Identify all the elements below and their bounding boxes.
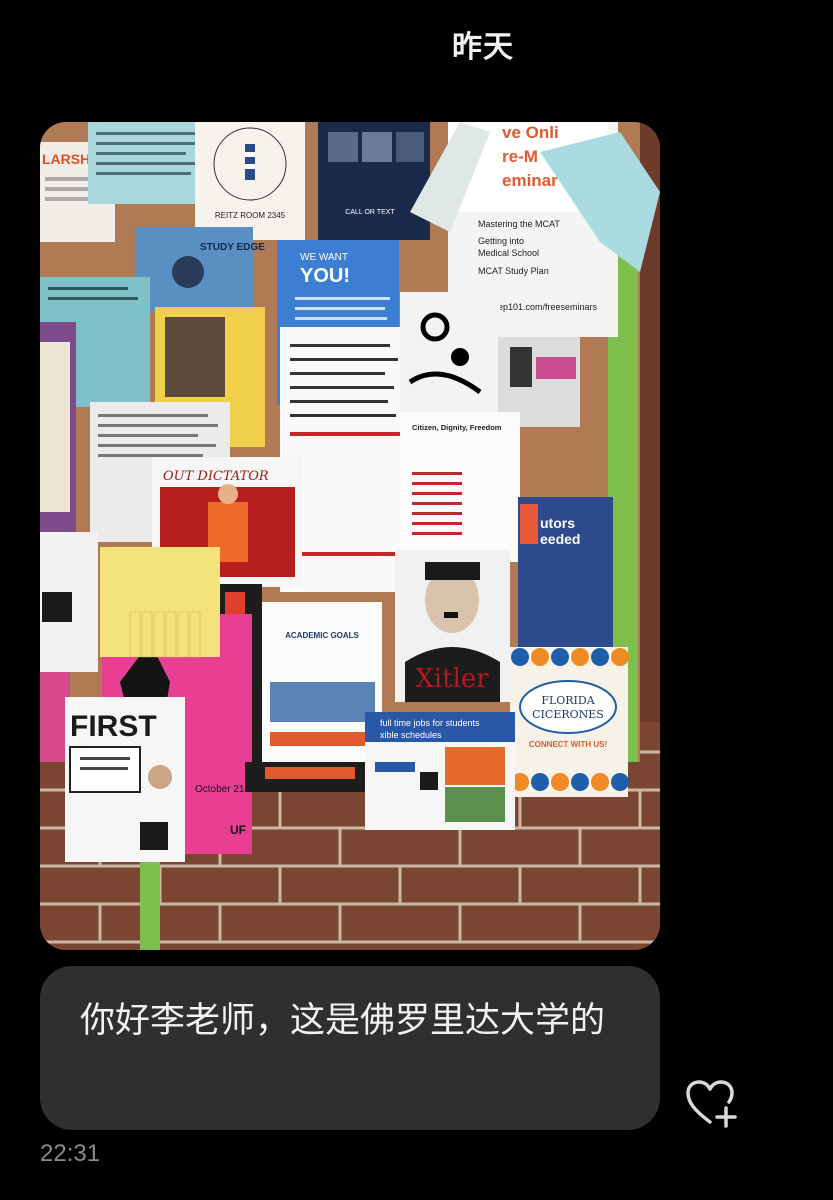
like-button[interactable]	[684, 1078, 740, 1128]
svg-text:CICERONES: CICERONES	[532, 708, 604, 721]
message-photo[interactable]: LARSHIPS REITZ ROOM 2345 CALL OR TEXT ve…	[40, 122, 660, 950]
svg-text:FLORIDA: FLORIDA	[541, 694, 595, 707]
svg-text:re-M: re-M	[502, 147, 538, 166]
poster-academic-goals: ACADEMIC GOALS	[262, 602, 382, 767]
heart-plus-icon	[686, 1080, 737, 1128]
date-header: 昨天	[452, 30, 514, 65]
poster-orthodox: REITZ ROOM 2345	[195, 122, 305, 240]
svg-text:full time jobs for students: full time jobs for students	[380, 718, 480, 728]
bulletin-board-photo: LARSHIPS REITZ ROOM 2345 CALL OR TEXT ve…	[40, 122, 660, 950]
svg-text:REITZ ROOM 2345: REITZ ROOM 2345	[215, 211, 286, 220]
svg-text:Getting into: Getting into	[478, 236, 524, 246]
svg-text:Citizen, Dignity, Freedom: Citizen, Dignity, Freedom	[412, 423, 502, 432]
svg-text:FIRST: FIRST	[70, 710, 157, 743]
svg-text:OUT DICTATOR: OUT DICTATOR	[163, 469, 269, 484]
poster-florida-cicerones: FLORIDA CICERONES CONNECT WITH US!	[510, 647, 629, 797]
svg-text:prep101.com/freeseminars: prep101.com/freeseminars	[490, 302, 598, 312]
svg-text:ACADEMIC GOALS: ACADEMIC GOALS	[285, 631, 359, 640]
poster-screens: CALL OR TEXT	[318, 122, 430, 240]
svg-text:Mastering the MCAT: Mastering the MCAT	[478, 219, 560, 229]
svg-text:Xitler: Xitler	[415, 664, 489, 694]
poster-abstract	[400, 292, 500, 412]
svg-text:WE WANT: WE WANT	[300, 252, 348, 263]
poster-first: FIRST	[65, 697, 185, 862]
svg-text:eminar: eminar	[502, 171, 558, 190]
poster-study-edge: STUDY EDGE	[135, 227, 265, 312]
svg-text:Medical School: Medical School	[478, 248, 539, 258]
poster-citizen: Citizen, Dignity, Freedom	[405, 412, 520, 562]
svg-text:MCAT Study Plan: MCAT Study Plan	[478, 266, 549, 276]
message-text: 你好李老师，这是佛罗里达大学的	[80, 1001, 606, 1041]
svg-text:YOU!: YOU!	[300, 265, 350, 287]
poster-tutors-needed: utors eeded	[518, 497, 613, 647]
poster-xitler: Xitler	[395, 550, 510, 702]
svg-text:ve Onli: ve Onli	[502, 123, 559, 142]
message-text-bubble[interactable]: 你好李老师，这是佛罗里达大学的	[40, 966, 660, 1130]
poster-jobs: full time jobs for students xible schedu…	[365, 712, 515, 830]
svg-text:xible schedules: xible schedules	[380, 730, 442, 740]
svg-text:utors: utors	[540, 515, 575, 531]
svg-text:STUDY EDGE: STUDY EDGE	[200, 242, 265, 253]
svg-text:eeded: eeded	[540, 531, 580, 547]
svg-text:October 21: October 21	[195, 784, 245, 795]
message-timestamp: 22:31	[40, 1140, 101, 1167]
svg-text:CALL OR TEXT: CALL OR TEXT	[345, 209, 395, 216]
svg-text:UF: UF	[230, 823, 246, 837]
svg-text:CONNECT WITH US!: CONNECT WITH US!	[529, 740, 607, 749]
